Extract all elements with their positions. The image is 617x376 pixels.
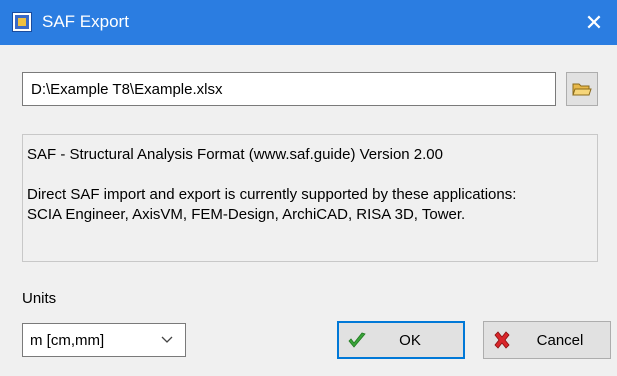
units-selected-value: m [cm,mm] <box>30 331 105 349</box>
close-icon: ✕ <box>584 9 604 35</box>
file-path-input[interactable] <box>22 72 556 106</box>
units-label: Units <box>22 290 57 307</box>
saf-app-icon <box>12 12 32 32</box>
supported-apps-intro: Direct SAF import and export is currentl… <box>27 186 517 203</box>
cancel-button-label: Cancel <box>536 331 584 349</box>
close-button[interactable]: ✕ <box>571 0 617 45</box>
format-version-text: SAF - Structural Analysis Format (www.sa… <box>27 146 443 163</box>
ok-button-label: OK <box>399 331 421 349</box>
title-bar[interactable]: SAF Export ✕ <box>0 0 617 45</box>
units-dropdown[interactable]: m [cm,mm] <box>22 323 186 357</box>
ok-button[interactable]: OK <box>337 321 465 359</box>
cancel-button[interactable]: Cancel <box>483 321 611 359</box>
saf-export-dialog: SAF Export ✕ SAF - Structural Analysis F… <box>0 0 617 376</box>
format-info-panel: SAF - Structural Analysis Format (www.sa… <box>22 134 598 262</box>
open-folder-icon <box>572 83 592 96</box>
supported-apps-list: SCIA Engineer, AxisVM, FEM-Design, Archi… <box>27 206 466 223</box>
browse-button[interactable] <box>566 72 598 106</box>
window-title: SAF Export <box>42 12 129 31</box>
chevron-down-icon <box>161 336 173 343</box>
